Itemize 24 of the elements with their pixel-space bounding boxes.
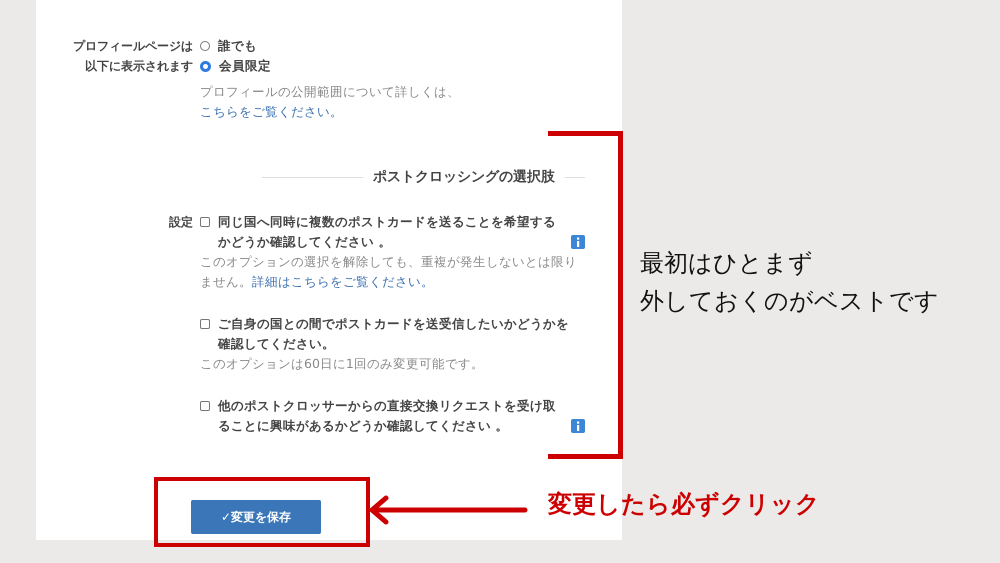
help-text: プロフィールの公開範囲について詳しくは、 こちらをご覧ください。: [200, 83, 461, 121]
checkbox[interactable]: [200, 217, 210, 227]
info-icon[interactable]: [571, 235, 585, 249]
radio-label: 会員限定: [219, 58, 271, 74]
details-link[interactable]: 詳細はこちらをご覧ください。: [252, 274, 434, 289]
note-text: このオプションの選択を解除しても、重複が発生しないとは限りません。詳細はこちらをご覧ください。: [200, 253, 578, 291]
details-link[interactable]: こちらをご覧ください。: [200, 104, 343, 119]
checkbox[interactable]: [200, 401, 210, 411]
annotation-text: 外しておくのがベストです: [640, 286, 939, 317]
radio-label: 誰でも: [218, 38, 257, 54]
field-label: プロフィールページは以下に表示されます: [72, 38, 193, 75]
annotation-text: 変更したら必ずクリック: [548, 489, 820, 520]
info-icon[interactable]: [571, 419, 585, 433]
radio-button[interactable]: [200, 41, 210, 51]
radio-button[interactable]: [200, 60, 211, 72]
checkbox-label: 同じ国へ同時に複数のポストカードを送ることを希望するかどうか確認してください 。: [218, 213, 557, 251]
checkbox[interactable]: [200, 319, 210, 329]
checkbox-label: 他のポストクロッサーからの直接交換リクエストを受け取ることに興味があるかどうか確認してください 。: [218, 397, 557, 435]
note-text: このオプションは60日に1回のみ変更可能です。: [200, 355, 485, 373]
annotation-text: 最初はひとまず: [640, 248, 814, 279]
save-button[interactable]: ✓変更を保存: [191, 500, 321, 534]
checkbox-label: ご自身の国との間でポストカードを送受信したいかどうかを確認してください。: [218, 315, 570, 353]
field-label: 設定: [168, 214, 193, 231]
section-title: ポストクロッシングの選択肢: [373, 168, 555, 186]
